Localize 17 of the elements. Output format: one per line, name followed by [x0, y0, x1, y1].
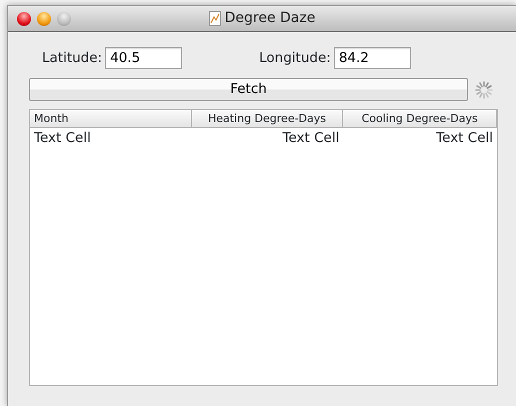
field-label: Longitude: [259, 48, 331, 68]
field-label: Latitude: [42, 48, 102, 68]
column-header[interactable]: Month [30, 110, 192, 127]
document-icon [208, 11, 221, 26]
fetch-button[interactable]: Fetch [29, 78, 468, 101]
column-header[interactable]: Cooling Degree-Days [343, 110, 497, 127]
table-cell-text: Text Cell [33, 128, 92, 148]
input-field[interactable]: 84.2 [334, 47, 411, 69]
table-cell-text: Text Cell [435, 128, 494, 148]
minimize-button[interactable] [37, 12, 51, 26]
window-title: Degree Daze [224, 9, 316, 28]
close-button[interactable] [17, 12, 31, 26]
spinner-icon [475, 80, 493, 98]
zoom-button[interactable] [57, 12, 71, 26]
table-cell-text: Text Cell [282, 128, 340, 148]
input-field[interactable]: 40.5 [105, 47, 182, 69]
column-header[interactable]: Heating Degree-Days [192, 110, 344, 127]
